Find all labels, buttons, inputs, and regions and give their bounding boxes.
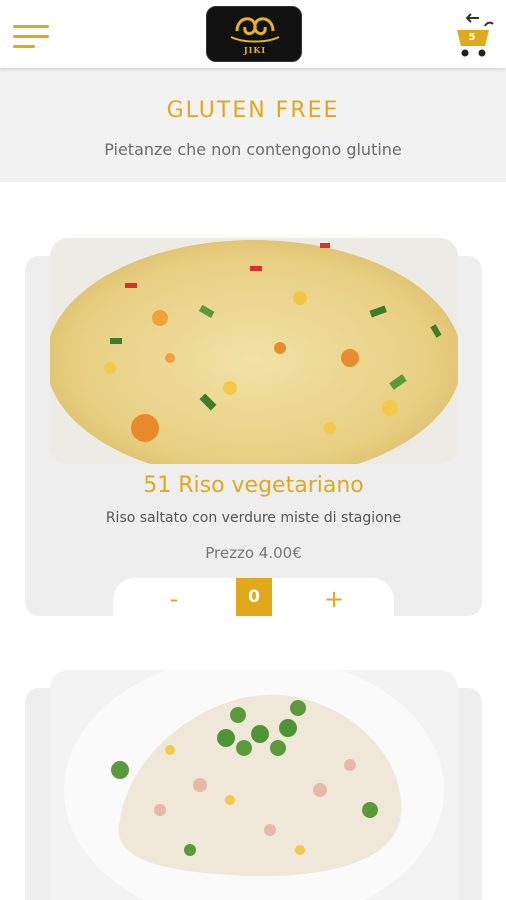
dish-photo[interactable] <box>50 238 458 464</box>
category-banner: GLUTEN FREE Pietanze che non contengono … <box>0 68 506 182</box>
logo-text: JIKI <box>243 45 267 55</box>
category-subtitle: Pietanze che non contengono glutine <box>104 140 402 159</box>
dish-price: Prezzo 4.00€ <box>205 544 302 562</box>
category-title: GLUTEN FREE <box>166 98 340 123</box>
hamburger-menu-icon[interactable] <box>13 25 49 51</box>
cart-icon[interactable]: 5 <box>455 12 497 58</box>
cart-count-badge: 5 <box>468 32 476 43</box>
restaurant-logo[interactable]: JIKI <box>206 6 302 62</box>
quantity-value: 0 <box>236 578 272 616</box>
quantity-stepper: - 0 + <box>113 578 394 622</box>
dish-title: 51 Riso vegetariano <box>143 473 364 498</box>
decrease-quantity-button[interactable]: - <box>154 580 194 618</box>
top-bar: JIKI 5 <box>0 0 506 68</box>
dish-photo[interactable] <box>50 670 458 900</box>
increase-quantity-button[interactable]: + <box>314 580 354 618</box>
dish-description: Riso saltato con verdure miste di stagio… <box>105 510 402 526</box>
